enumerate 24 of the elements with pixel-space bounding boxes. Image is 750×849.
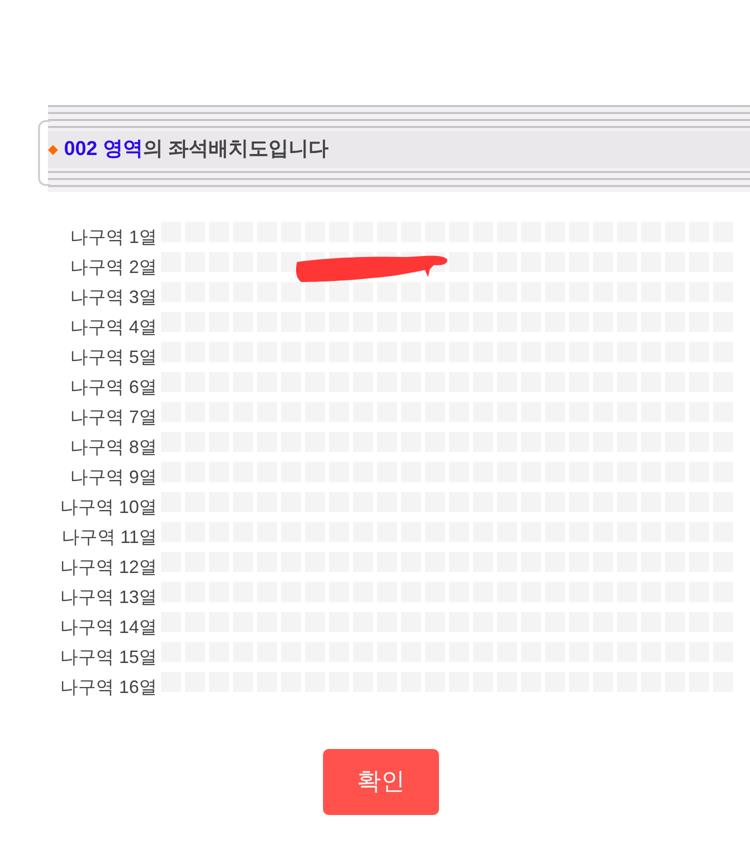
row-label: 나구역 11열 — [60, 526, 157, 549]
seat — [329, 282, 349, 302]
row-label: 나구역 7열 — [68, 406, 157, 429]
row-label: 나구역 15열 — [58, 646, 157, 669]
diamond-icon — [48, 144, 58, 154]
row-label: 나구역 4열 — [68, 316, 157, 339]
section-title: 002 영역의 좌석배치도입니다 — [64, 137, 328, 162]
seat — [449, 252, 469, 272]
row-label: 나구역 3열 — [68, 286, 157, 309]
row-label: 나구역 10열 — [58, 496, 157, 519]
row-label: 나구역 5열 — [68, 346, 157, 369]
row-label: 나구역 8열 — [68, 436, 157, 459]
bracket-outline — [38, 120, 50, 186]
row-label: 나구역 16열 — [58, 676, 157, 699]
seat — [281, 282, 301, 302]
row-label: 나구역 2열 — [68, 256, 157, 279]
seat — [305, 282, 325, 302]
row-label: 나구역 1열 — [68, 226, 157, 249]
row-label: 나구역 14열 — [58, 616, 157, 639]
row-label: 나구역 13열 — [58, 586, 157, 609]
row-label: 나구역 6열 — [68, 376, 157, 399]
confirm-button[interactable]: 확인 — [323, 749, 439, 815]
row-label: 나구역 9열 — [68, 466, 157, 489]
row-label: 나구역 12열 — [58, 556, 157, 579]
